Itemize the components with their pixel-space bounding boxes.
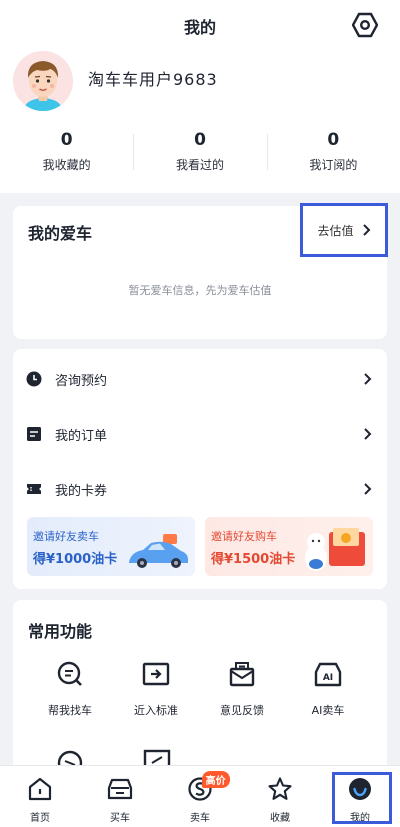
menu-item-label: 咨询预约 — [55, 373, 108, 389]
function-label: AI卖车 — [311, 704, 345, 717]
stat-subscribed[interactable]: 0 我订阅的 — [266, 130, 400, 173]
ticket-icon — [27, 484, 41, 494]
banner-line2: 得¥1500油卡 — [211, 552, 296, 567]
high-price-badge: 高价 — [201, 771, 230, 788]
stat-favorites[interactable]: 0 我收藏的 — [0, 130, 133, 173]
stat-label: 我订阅的 — [309, 158, 358, 172]
avatar-illustration-icon — [13, 51, 73, 111]
chevron-right-icon — [364, 428, 372, 440]
profile-icon — [349, 778, 371, 800]
feedback-icon — [229, 662, 255, 687]
stat-value: 0 — [60, 130, 73, 150]
function-label: 意见反馈 — [220, 704, 264, 717]
function-label: 帮我找车 — [48, 704, 92, 717]
invite-buy-banner[interactable]: 邀请好友购车 得¥1500油卡 — [205, 517, 373, 576]
ai-sell-icon: AI — [314, 662, 342, 687]
functions-title: 常用功能 — [28, 622, 93, 641]
page-title: 我的 — [183, 18, 216, 37]
avatar[interactable] — [13, 51, 73, 111]
banner-line1: 邀请好友卖车 — [33, 530, 99, 543]
tab-label: 首页 — [30, 813, 50, 824]
function-label: 近入标准 — [134, 704, 178, 717]
stat-value: 0 — [327, 130, 340, 150]
stats-row: 0 我收藏的 0 我看过的 0 我订阅的 — [0, 130, 400, 173]
stat-value: 0 — [194, 130, 206, 150]
banner-line1: 邀请好友购车 — [211, 530, 277, 543]
services-card: 咨询预约 我的订单 我的卡券 邀请好友卖车 得¥1000油卡 邀请好友购车 得¥… — [13, 349, 387, 589]
valuation-button[interactable]: 去估值 — [300, 203, 388, 257]
menu-item-coupons[interactable]: 我的卡券 — [13, 469, 387, 509]
chevron-right-icon — [364, 373, 372, 385]
gift-illustration-icon — [305, 528, 365, 571]
svg-text:AI: AI — [323, 673, 333, 683]
function-feedback[interactable]: 意见反馈 — [202, 660, 282, 718]
tab-profile[interactable]: 我的 — [320, 766, 400, 827]
tab-label: 卖车 — [190, 813, 210, 824]
stat-label: 我收藏的 — [42, 158, 91, 172]
menu-item-consultation[interactable]: 咨询预约 — [13, 359, 387, 399]
tab-label: 买车 — [110, 813, 130, 824]
menu-item-label: 我的卡券 — [55, 483, 108, 499]
menu-item-label: 我的订单 — [55, 428, 108, 444]
function-standard[interactable]: 近入标准 — [116, 660, 196, 718]
tab-home[interactable]: 首页 — [0, 766, 80, 827]
tab-favorites[interactable]: 收藏 — [240, 766, 320, 827]
banner-line2: 得¥1000油卡 — [33, 552, 118, 567]
my-car-title: 我的爱车 — [28, 224, 93, 243]
stat-viewed[interactable]: 0 我看过的 — [133, 130, 266, 173]
chevron-right-icon — [364, 483, 372, 495]
bottom-tab-bar: 首页 买车 卖车 高价 收藏 我的 — [0, 765, 400, 827]
tab-buy-car[interactable]: 买车 — [80, 766, 160, 827]
clock-icon — [26, 371, 42, 387]
function-find-car[interactable]: 帮我找车 — [30, 660, 110, 718]
star-icon — [268, 777, 292, 800]
function-ai-sell[interactable]: AI AI卖车 — [288, 660, 368, 718]
stat-label: 我看过的 — [175, 158, 224, 172]
standard-icon — [142, 662, 170, 686]
home-icon — [28, 777, 52, 801]
car-illustration-icon — [129, 534, 188, 568]
tab-label: 收藏 — [270, 813, 290, 824]
invite-sell-banner[interactable]: 邀请好友卖车 得¥1000油卡 — [27, 517, 195, 576]
menu-item-orders[interactable]: 我的订单 — [13, 414, 387, 454]
valuation-label: 去估值 — [317, 223, 354, 238]
settings-icon[interactable] — [352, 12, 378, 38]
my-car-empty-text: 暂无爱车信息，先为爱车估值 — [128, 284, 272, 297]
profile-header: 我的 淘车车用户9683 0 我收藏的 0 我看过的 0 我订阅的 — [0, 0, 400, 193]
common-functions-card: 常用功能 帮我找车 近入标准 意见反馈 AI AI卖车 — [13, 600, 387, 780]
username[interactable]: 淘车车用户9683 — [88, 66, 218, 90]
tab-sell-car[interactable]: 卖车 高价 — [160, 766, 240, 827]
order-icon — [27, 427, 41, 441]
find-car-icon — [57, 661, 82, 686]
tab-label: 我的 — [350, 813, 370, 824]
chevron-right-icon — [362, 224, 370, 236]
buy-car-icon — [107, 778, 133, 800]
